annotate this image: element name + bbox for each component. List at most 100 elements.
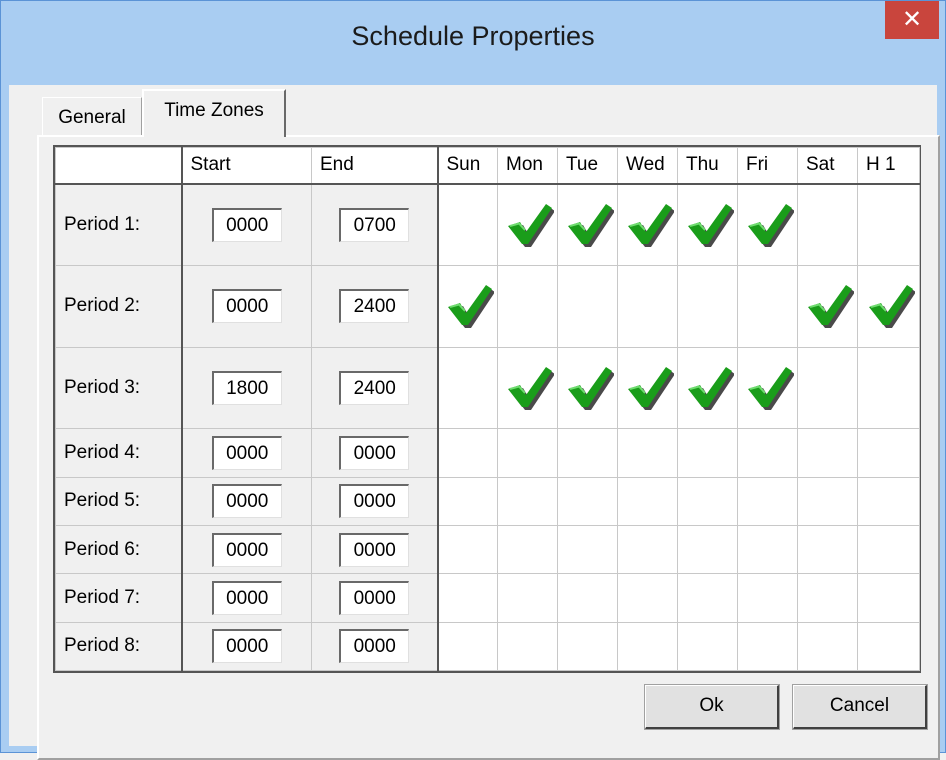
day-cell-1[interactable] (497, 182, 558, 267)
day-cell-3[interactable] (617, 182, 678, 267)
day-cell-3[interactable] (617, 265, 678, 348)
day-cell-2[interactable] (557, 621, 618, 672)
period-start-input[interactable]: 0000 (211, 207, 282, 242)
day-cell-7[interactable] (857, 524, 920, 575)
day-cell-5[interactable] (737, 182, 798, 267)
day-cell-7[interactable] (857, 476, 920, 526)
day-cell-2[interactable] (557, 573, 618, 623)
day-cell-3[interactable] (617, 621, 678, 672)
period-end-input[interactable]: 0700 (339, 207, 410, 242)
day-cell-5[interactable] (737, 346, 798, 430)
day-cell-1[interactable] (497, 573, 558, 623)
period-end-cell: 2400 (311, 265, 439, 348)
day-cell-3[interactable] (617, 476, 678, 526)
close-button[interactable]: ✕ (885, 1, 939, 39)
day-cell-4[interactable] (677, 182, 738, 267)
day-cell-5[interactable] (737, 265, 798, 348)
day-cell-4[interactable] (677, 346, 738, 430)
period-end-input[interactable]: 0000 (339, 532, 410, 567)
period-end-input[interactable]: 0000 (339, 435, 410, 470)
day-cell-4[interactable] (677, 476, 738, 526)
title-bar[interactable]: Schedule Properties ✕ (1, 1, 945, 85)
day-cell-0[interactable] (436, 524, 498, 575)
period-end-input[interactable]: 0000 (339, 580, 410, 615)
period-end-cell: 0000 (311, 476, 439, 526)
day-cell-7[interactable] (857, 346, 920, 430)
day-cell-7[interactable] (857, 621, 920, 672)
day-cell-1[interactable] (497, 265, 558, 348)
day-cell-4[interactable] (677, 573, 738, 623)
period-start-input[interactable]: 0000 (211, 580, 282, 615)
day-cell-2[interactable] (557, 428, 618, 478)
day-cell-4[interactable] (677, 428, 738, 478)
day-cell-2[interactable] (557, 476, 618, 526)
day-cell-6[interactable] (797, 476, 858, 526)
day-cell-6[interactable] (797, 346, 858, 430)
day-cell-7[interactable] (857, 428, 920, 478)
day-cell-3[interactable] (617, 524, 678, 575)
period-start-input[interactable]: 0000 (211, 532, 282, 567)
day-cell-0[interactable] (436, 346, 498, 430)
day-cell-0[interactable] (436, 265, 498, 348)
day-cell-0[interactable] (436, 428, 498, 478)
period-start-cell: 0000 (181, 428, 312, 478)
day-cell-0[interactable] (436, 573, 498, 623)
day-cell-0[interactable] (436, 621, 498, 672)
period-end-input[interactable]: 2400 (339, 289, 410, 324)
day-cell-5[interactable] (737, 476, 798, 526)
period-end-input[interactable]: 0000 (339, 484, 410, 519)
tab-general[interactable]: General (42, 97, 142, 137)
day-cell-2[interactable] (557, 524, 618, 575)
header-day-3: Wed (617, 147, 678, 185)
day-cell-5[interactable] (737, 524, 798, 575)
checkmark-icon (567, 203, 614, 247)
day-cell-2[interactable] (557, 182, 618, 267)
day-cell-4[interactable] (677, 621, 738, 672)
day-cell-1[interactable] (497, 428, 558, 478)
period-start-input[interactable]: 0000 (211, 289, 282, 324)
day-cell-6[interactable] (797, 621, 858, 672)
day-cell-7[interactable] (857, 182, 920, 267)
day-cell-5[interactable] (737, 428, 798, 478)
day-cell-2[interactable] (557, 346, 618, 430)
day-cell-6[interactable] (797, 573, 858, 623)
day-cell-6[interactable] (797, 265, 858, 348)
day-cell-3[interactable] (617, 346, 678, 430)
day-cell-4[interactable] (677, 524, 738, 575)
period-end-input[interactable]: 2400 (339, 370, 410, 405)
period-start-input[interactable]: 1800 (211, 370, 282, 405)
cancel-button[interactable]: Cancel (792, 684, 928, 730)
day-cell-6[interactable] (797, 428, 858, 478)
time-zones-panel: Start End Sun Mon Tue Wed Thu Fri Sat H 1 Period 1… (37, 135, 940, 760)
period-label: Period 1: (55, 182, 183, 267)
day-cell-3[interactable] (617, 573, 678, 623)
period-label: Period 3: (55, 346, 183, 430)
day-cell-6[interactable] (797, 182, 858, 267)
day-cell-1[interactable] (497, 476, 558, 526)
period-label: Period 8: (55, 621, 183, 672)
period-end-input[interactable]: 0000 (339, 629, 410, 664)
day-cell-7[interactable] (857, 265, 920, 348)
period-label: Period 5: (55, 476, 183, 526)
period-start-input[interactable]: 0000 (211, 435, 282, 470)
day-cell-1[interactable] (497, 346, 558, 430)
checkmark-icon (807, 285, 854, 329)
day-cell-7[interactable] (857, 573, 920, 623)
header-day-4: Thu (677, 147, 738, 185)
period-start-input[interactable]: 0000 (211, 484, 282, 519)
day-cell-3[interactable] (617, 428, 678, 478)
day-cell-5[interactable] (737, 573, 798, 623)
period-start-input[interactable]: 0000 (211, 629, 282, 664)
day-cell-0[interactable] (436, 182, 498, 267)
day-cell-1[interactable] (497, 621, 558, 672)
day-cell-2[interactable] (557, 265, 618, 348)
day-cell-6[interactable] (797, 524, 858, 575)
day-cell-4[interactable] (677, 265, 738, 348)
day-cell-5[interactable] (737, 621, 798, 672)
day-cell-1[interactable] (497, 524, 558, 575)
dialog-body: General Time Zones Start End Sun Mon Tue… (9, 85, 940, 760)
header-day-0: Sun (436, 147, 498, 185)
ok-button[interactable]: Ok (644, 684, 780, 730)
tab-time-zones[interactable]: Time Zones (142, 89, 286, 137)
day-cell-0[interactable] (436, 476, 498, 526)
